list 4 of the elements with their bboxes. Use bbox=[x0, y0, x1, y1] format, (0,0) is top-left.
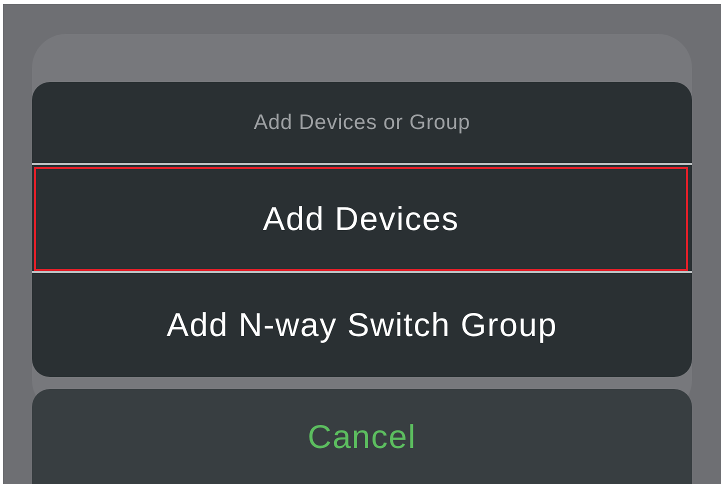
option-button[interactable]: Add Devices bbox=[34, 167, 688, 271]
option-button[interactable]: Add N-way Switch Group bbox=[32, 273, 692, 377]
cancel-button[interactable]: Cancel bbox=[32, 389, 692, 484]
sheet-title: Add Devices or Group bbox=[252, 110, 472, 136]
